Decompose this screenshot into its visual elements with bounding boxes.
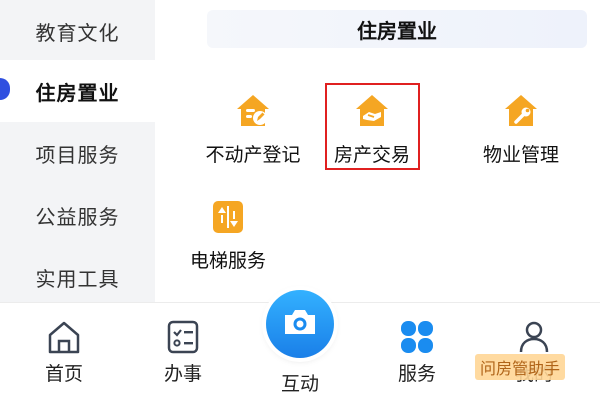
- service-label: 电梯服务: [189, 251, 266, 272]
- tab-interact[interactable]: 互动: [255, 365, 345, 396]
- sidebar-item-label: 项目服务: [35, 144, 120, 167]
- sidebar-item-housing[interactable]: 住房置业: [0, 60, 155, 122]
- selection-highlight-box: [325, 83, 420, 170]
- camera-icon: [282, 307, 318, 342]
- camera-button[interactable]: [266, 290, 334, 358]
- tab-label: 服务: [397, 364, 436, 385]
- checklist-icon: [165, 319, 201, 355]
- service-label: 不动产登记: [205, 145, 301, 166]
- sidebar-item-public-welfare[interactable]: 公益服务: [0, 184, 155, 246]
- user-icon: [516, 319, 552, 355]
- panel-title: 住房置业: [207, 10, 587, 48]
- home-icon: [46, 319, 82, 355]
- tab-label: 互动: [280, 374, 319, 395]
- service-property-management[interactable]: 物业管理: [461, 92, 581, 167]
- service-label: 物业管理: [482, 145, 559, 166]
- sidebar-item-tools[interactable]: 实用工具: [0, 246, 155, 308]
- sidebar-item-label: 教育文化: [35, 22, 120, 45]
- tab-label: 首页: [44, 364, 83, 385]
- grid-icon: [399, 319, 435, 355]
- sidebar-item-label: 公益服务: [35, 206, 120, 229]
- sidebar-item-label: 住房置业: [35, 82, 120, 105]
- sidebar-item-projects[interactable]: 项目服务: [0, 122, 155, 184]
- watermark: 问房管助手: [475, 354, 566, 380]
- service-property-registration[interactable]: 不动产登记: [193, 92, 313, 167]
- sidebar-item-education[interactable]: 教育文化: [0, 0, 155, 62]
- house-wrench-icon: [502, 92, 540, 130]
- tab-label: 办事: [163, 364, 202, 385]
- elevator-icon: [209, 198, 247, 236]
- tab-affairs[interactable]: 办事: [138, 319, 228, 386]
- category-sidebar: 教育文化 住房置业 项目服务 公益服务 实用工具: [0, 0, 155, 302]
- sidebar-item-label: 实用工具: [35, 268, 120, 291]
- tab-services[interactable]: 服务: [372, 319, 462, 386]
- service-elevator[interactable]: 电梯服务: [168, 198, 288, 273]
- tab-home[interactable]: 首页: [19, 319, 109, 386]
- house-pencil-icon: [234, 92, 272, 130]
